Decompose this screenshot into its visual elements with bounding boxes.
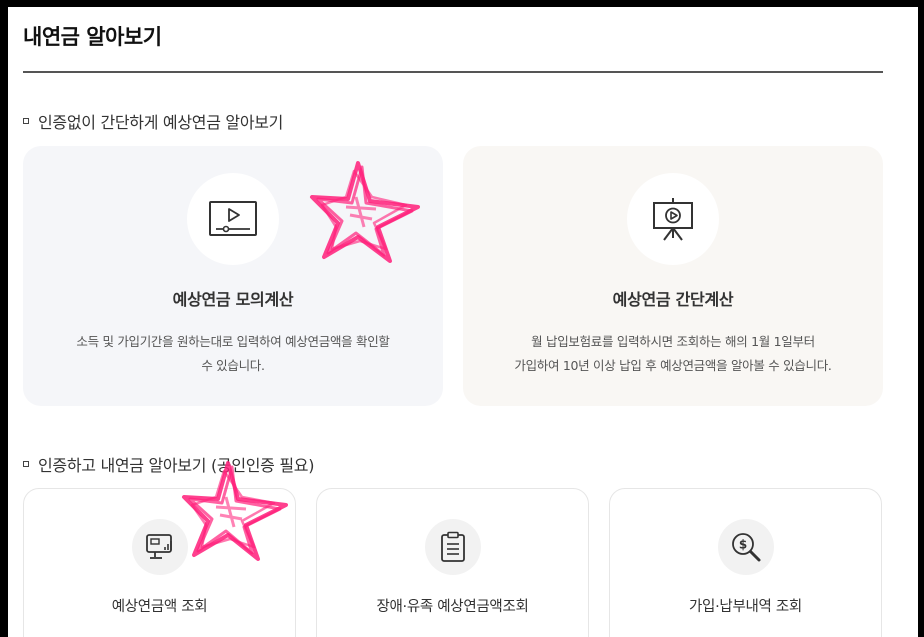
- card-mock-calculation[interactable]: 예상연금 모의계산 소득 및 가입기간을 원하는대로 입력하여 예상연금액을 확…: [23, 146, 443, 406]
- monitor-chart-icon: [145, 534, 172, 559]
- icon-circle: [627, 173, 719, 265]
- card-title: 장애·유족 예상연금액조회: [376, 599, 529, 615]
- page-title: 내연금 알아보기: [23, 25, 162, 49]
- card-expected-pension-inquiry[interactable]: 예상연금액 조회: [23, 488, 296, 637]
- square-bullet-icon: [23, 461, 29, 467]
- icon-circle: $: [717, 519, 774, 575]
- section-heading-text: 인증하고 내연금 알아보기 (공인인증 필요): [38, 456, 315, 475]
- magnifier-dollar-icon: $: [731, 533, 760, 562]
- icon-circle: [131, 519, 188, 575]
- card-desc-line: 수 있습니다.: [201, 358, 265, 373]
- video-player-icon: [209, 201, 257, 236]
- section-heading-auth: 인증하고 내연금 알아보기 (공인인증 필요): [23, 452, 314, 476]
- card-desc-line: 가입하여 10년 이상 납입 후 예상연금액을 알아볼 수 있습니다.: [514, 358, 832, 373]
- card-title: 가입·납부내역 조회: [689, 599, 802, 615]
- card-desc-line: 월 납입보험료를 입력하시면 조회하는 해의 1월 1일부터: [531, 334, 815, 349]
- square-bullet-icon: [23, 118, 29, 124]
- title-divider: [23, 71, 883, 73]
- card-description: 소득 및 가입기간을 원하는대로 입력하여 예상연금액을 확인할 수 있습니다.: [53, 330, 413, 378]
- section-heading-text: 인증없이 간단하게 예상연금 알아보기: [38, 113, 284, 132]
- card-description: 월 납입보험료를 입력하시면 조회하는 해의 1월 1일부터 가입하여 10년 …: [493, 330, 853, 378]
- clipboard-list-icon: [440, 531, 465, 562]
- card-title: 예상연금 간단계산: [612, 290, 734, 309]
- svg-text:$: $: [738, 538, 746, 552]
- icon-circle: [187, 173, 279, 265]
- icon-circle: [424, 519, 481, 575]
- presentation-play-icon: [653, 198, 693, 241]
- card-enrollment-payment-history[interactable]: $ 가입·납부내역 조회: [609, 488, 882, 637]
- section-heading-no-auth: 인증없이 간단하게 예상연금 알아보기: [23, 109, 283, 133]
- card-title: 예상연금 모의계산: [172, 290, 294, 309]
- page-frame: 내연금 알아보기 인증없이 간단하게 예상연금 알아보기 예상연금 모의계산 소…: [8, 7, 918, 637]
- card-disability-survivor-inquiry[interactable]: 장애·유족 예상연금액조회: [316, 488, 589, 637]
- card-title: 예상연금액 조회: [111, 599, 208, 615]
- card-desc-line: 소득 및 가입기간을 원하는대로 입력하여 예상연금액을 확인할: [76, 334, 390, 349]
- card-simple-calculation[interactable]: 예상연금 간단계산 월 납입보험료를 입력하시면 조회하는 해의 1월 1일부터…: [463, 146, 883, 406]
